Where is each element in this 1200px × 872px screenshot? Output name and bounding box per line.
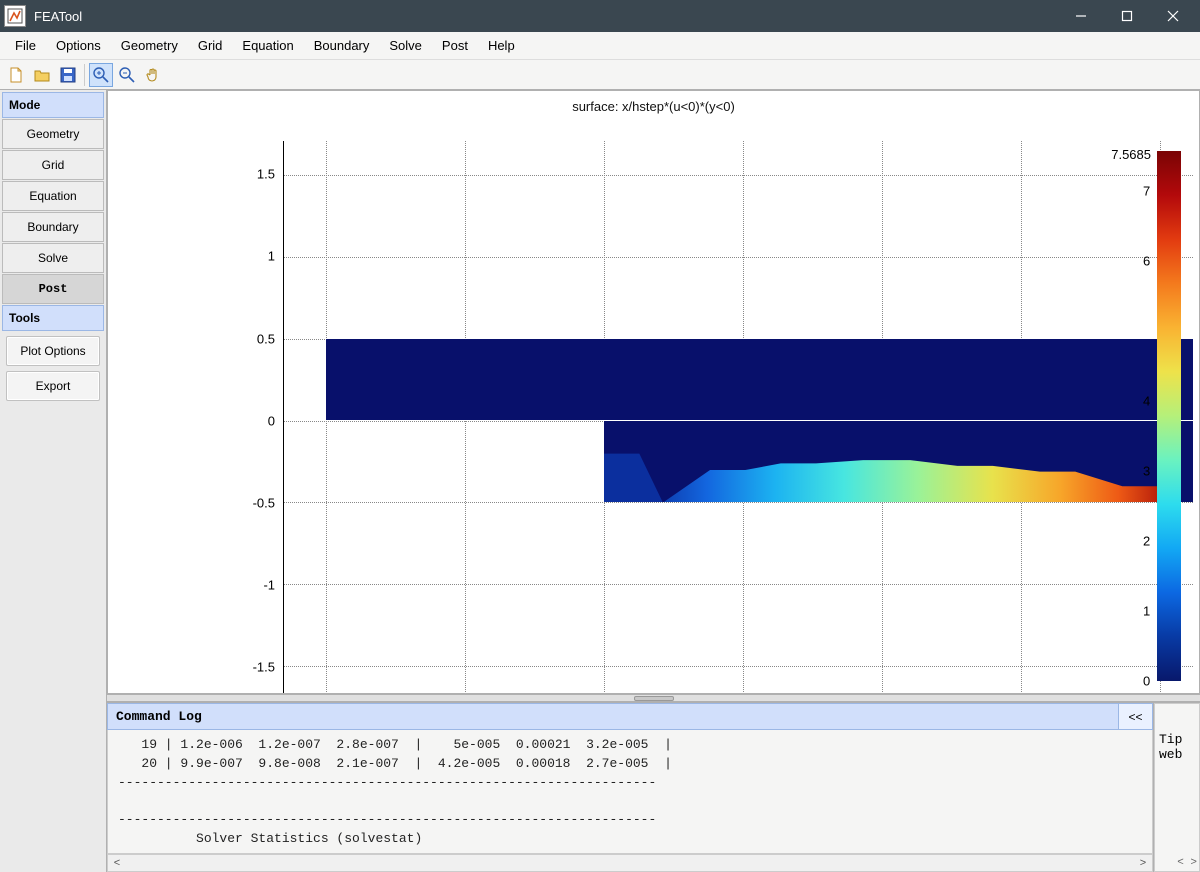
menu-post[interactable]: Post bbox=[433, 35, 477, 56]
menu-file[interactable]: File bbox=[6, 35, 45, 56]
log-collapse-button[interactable]: << bbox=[1118, 704, 1152, 729]
mode-tab-post[interactable]: Post bbox=[2, 274, 104, 304]
log-body[interactable]: 19 | 1.2e-006 1.2e-007 2.8e-007 | 5e-005… bbox=[107, 730, 1153, 854]
app-title: FEATool bbox=[34, 9, 1058, 24]
menu-solve[interactable]: Solve bbox=[380, 35, 431, 56]
scroll-right-icon[interactable]: > bbox=[1134, 855, 1152, 871]
side-line: web bbox=[1159, 747, 1195, 762]
plot-options-button[interactable]: Plot Options bbox=[6, 336, 100, 366]
surf-zero-upper bbox=[326, 339, 1193, 421]
close-button[interactable] bbox=[1150, 0, 1196, 32]
export-button[interactable]: Export bbox=[6, 371, 100, 401]
menu-boundary[interactable]: Boundary bbox=[305, 35, 379, 56]
menu-help[interactable]: Help bbox=[479, 35, 524, 56]
log-hscrollbar[interactable]: < > bbox=[107, 854, 1153, 872]
scroll-left-icon[interactable]: < bbox=[108, 855, 126, 871]
menu-geometry[interactable]: Geometry bbox=[112, 35, 187, 56]
ytick: 0 bbox=[235, 414, 275, 429]
menubar: File Options Geometry Grid Equation Boun… bbox=[0, 32, 1200, 60]
axes bbox=[283, 141, 1193, 694]
ytick: 1.5 bbox=[235, 167, 275, 182]
menu-options[interactable]: Options bbox=[47, 35, 110, 56]
mode-tab-equation[interactable]: Equation bbox=[2, 181, 104, 211]
ytick: -1.5 bbox=[235, 660, 275, 675]
ytick: 0.5 bbox=[235, 332, 275, 347]
maximize-button[interactable] bbox=[1104, 0, 1150, 32]
log-side-panel: Tip web < > bbox=[1154, 703, 1200, 872]
open-file-button[interactable] bbox=[30, 63, 54, 87]
titlebar: FEATool bbox=[0, 0, 1200, 32]
app-icon bbox=[4, 5, 26, 27]
ytick: -1 bbox=[235, 578, 275, 593]
plot-title: surface: x/hstep*(u<0)*(y<0) bbox=[108, 99, 1199, 114]
side-line: Tip bbox=[1159, 732, 1195, 747]
mode-tab-solve[interactable]: Solve bbox=[2, 243, 104, 273]
ytick: -0.5 bbox=[235, 496, 275, 511]
mode-tab-boundary[interactable]: Boundary bbox=[2, 212, 104, 242]
zoom-in-button[interactable] bbox=[89, 63, 113, 87]
ytick: 1 bbox=[235, 249, 275, 264]
mode-heading: Mode bbox=[2, 92, 104, 118]
surf-gradient bbox=[604, 421, 1193, 503]
menu-equation[interactable]: Equation bbox=[233, 35, 302, 56]
mode-tab-geometry[interactable]: Geometry bbox=[2, 119, 104, 149]
colorbar-max: 7.5685 bbox=[1111, 147, 1151, 162]
pan-button[interactable] bbox=[141, 63, 165, 87]
mode-tab-grid[interactable]: Grid bbox=[2, 150, 104, 180]
tools-heading: Tools bbox=[2, 305, 104, 331]
zoom-out-button[interactable] bbox=[115, 63, 139, 87]
new-file-button[interactable] bbox=[4, 63, 28, 87]
colorbar: 0 1 2 3 4 6 7 bbox=[1157, 151, 1187, 681]
toolbar bbox=[0, 60, 1200, 90]
plot-area[interactable]: surface: x/hstep*(u<0)*(y<0) bbox=[107, 90, 1200, 694]
side-nav-icon[interactable]: < > bbox=[1177, 857, 1197, 869]
log-heading: Command Log bbox=[108, 704, 1118, 729]
menu-grid[interactable]: Grid bbox=[189, 35, 232, 56]
save-file-button[interactable] bbox=[56, 63, 80, 87]
minimize-button[interactable] bbox=[1058, 0, 1104, 32]
sidebar: Mode Geometry Grid Equation Boundary Sol… bbox=[0, 90, 107, 872]
splitter[interactable] bbox=[107, 694, 1200, 702]
